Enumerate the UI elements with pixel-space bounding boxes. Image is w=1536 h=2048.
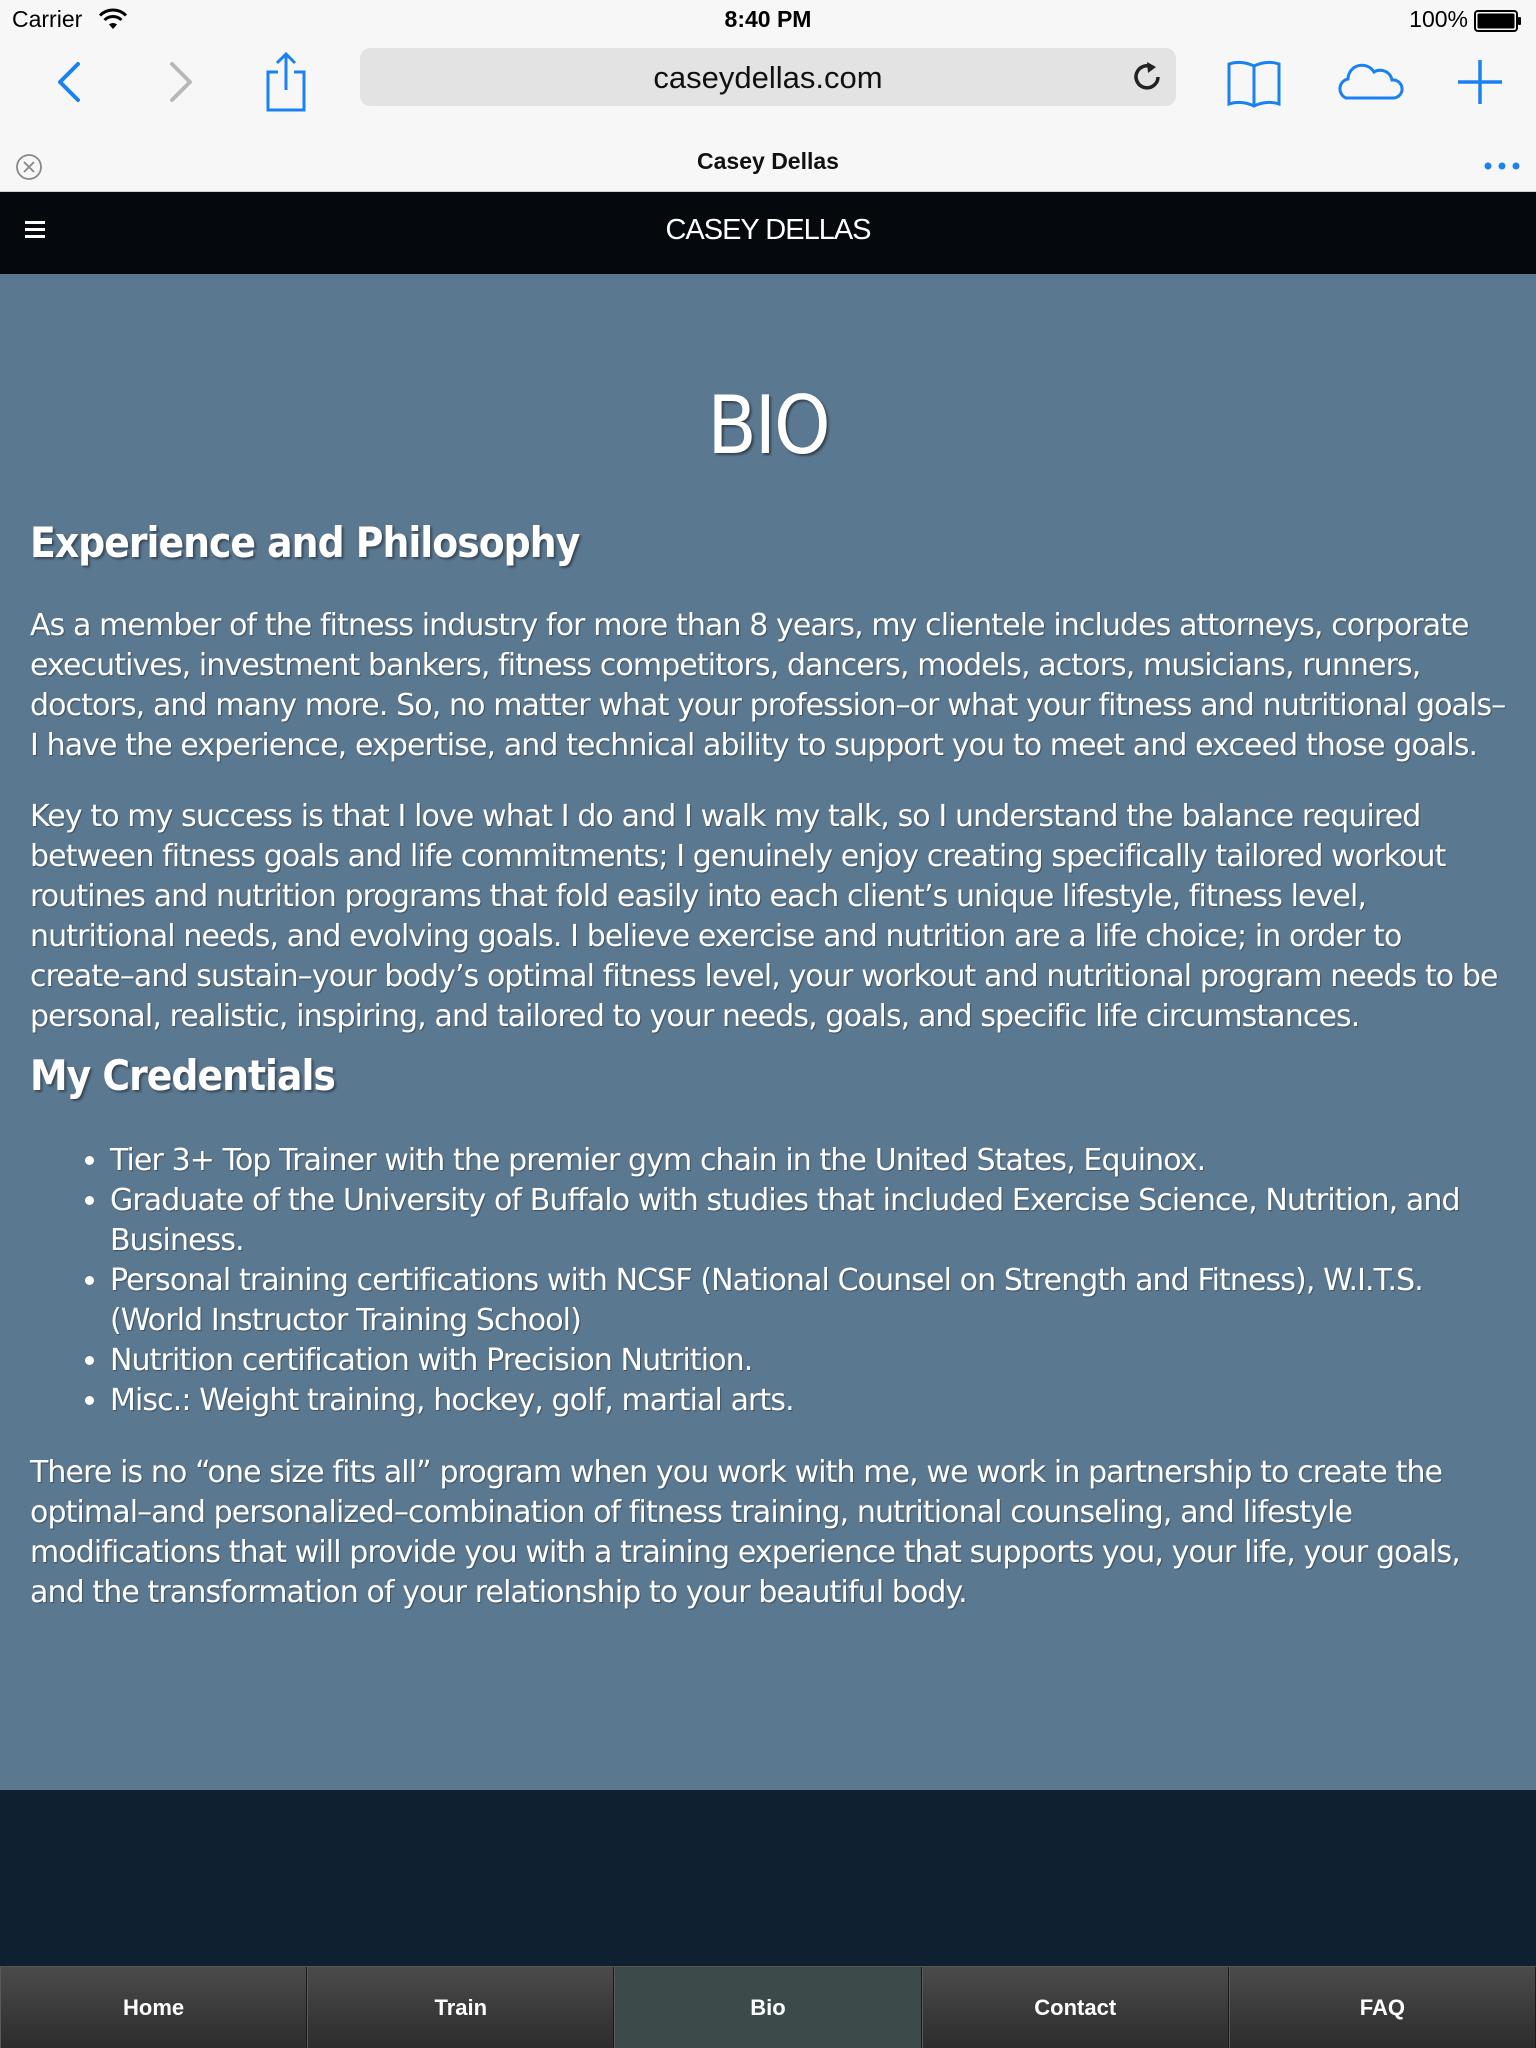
forward-button[interactable] xyxy=(150,52,210,112)
nav-home[interactable]: Home xyxy=(0,1967,308,2048)
list-item: Personal training certifications with NC… xyxy=(110,1261,1506,1341)
nav-contact[interactable]: Contact xyxy=(921,1967,1229,2048)
bookmarks-button[interactable] xyxy=(1226,52,1282,112)
experience-paragraph-1: As a member of the fitness industry for … xyxy=(30,608,1506,763)
bookmarks-icon xyxy=(1227,60,1281,108)
tab-title[interactable]: Casey Dellas xyxy=(0,148,1536,175)
experience-paragraph-2: Key to my success is that I love what I … xyxy=(30,799,1499,1034)
closing-paragraph: There is no “one size fits all” program … xyxy=(30,1455,1461,1610)
status-bar: Carrier 8:40 PM 100% xyxy=(0,0,1536,40)
battery-icon xyxy=(1474,10,1521,32)
nav-train[interactable]: Train xyxy=(307,1967,615,2048)
credentials-heading: My Credentials xyxy=(30,1051,336,1100)
site-title[interactable]: CASEY DELLAS xyxy=(0,214,1536,247)
share-button[interactable] xyxy=(256,51,316,112)
address-bar[interactable]: caseydellas.com xyxy=(360,48,1176,106)
new-tab-icon xyxy=(1458,60,1502,104)
cloud-tabs-button[interactable] xyxy=(1334,52,1406,112)
list-item: Graduate of the University of Buffalo wi… xyxy=(110,1181,1506,1261)
browser-toolbar: caseydellas.com xyxy=(0,40,1536,140)
back-button[interactable] xyxy=(40,52,100,112)
experience-heading: Experience and Philosophy xyxy=(30,518,580,567)
tab-bar: Casey Dellas xyxy=(0,140,1536,192)
list-item: Nutrition certification with Precision N… xyxy=(110,1341,1506,1381)
nav-faq[interactable]: FAQ xyxy=(1228,1967,1536,2048)
url-text: caseydellas.com xyxy=(653,60,883,95)
back-icon xyxy=(58,62,80,102)
page-title: BIO xyxy=(707,379,830,472)
bottom-nav: Home Train Bio Contact FAQ xyxy=(0,1966,1536,2048)
battery-percent: 100% xyxy=(1409,6,1468,32)
bio-content: BIO Experience and Philosophy As a membe… xyxy=(0,274,1536,1790)
credentials-list: Tier 3+ Top Trainer with the premier gym… xyxy=(30,1141,1506,1421)
nav-bio[interactable]: Bio xyxy=(614,1967,922,2048)
cloud-tabs-icon xyxy=(1338,63,1404,100)
clock: 8:40 PM xyxy=(724,6,812,32)
more-icon[interactable] xyxy=(1482,154,1522,178)
list-item: Tier 3+ Top Trainer with the premier gym… xyxy=(110,1141,1506,1181)
site-header: CASEY DELLAS xyxy=(0,192,1536,274)
list-item: Misc.: Weight training, hockey, golf, ma… xyxy=(110,1381,1506,1421)
share-icon xyxy=(266,51,306,112)
forward-icon xyxy=(170,62,192,102)
reload-icon[interactable] xyxy=(1130,60,1164,94)
new-tab-button[interactable] xyxy=(1450,52,1510,112)
